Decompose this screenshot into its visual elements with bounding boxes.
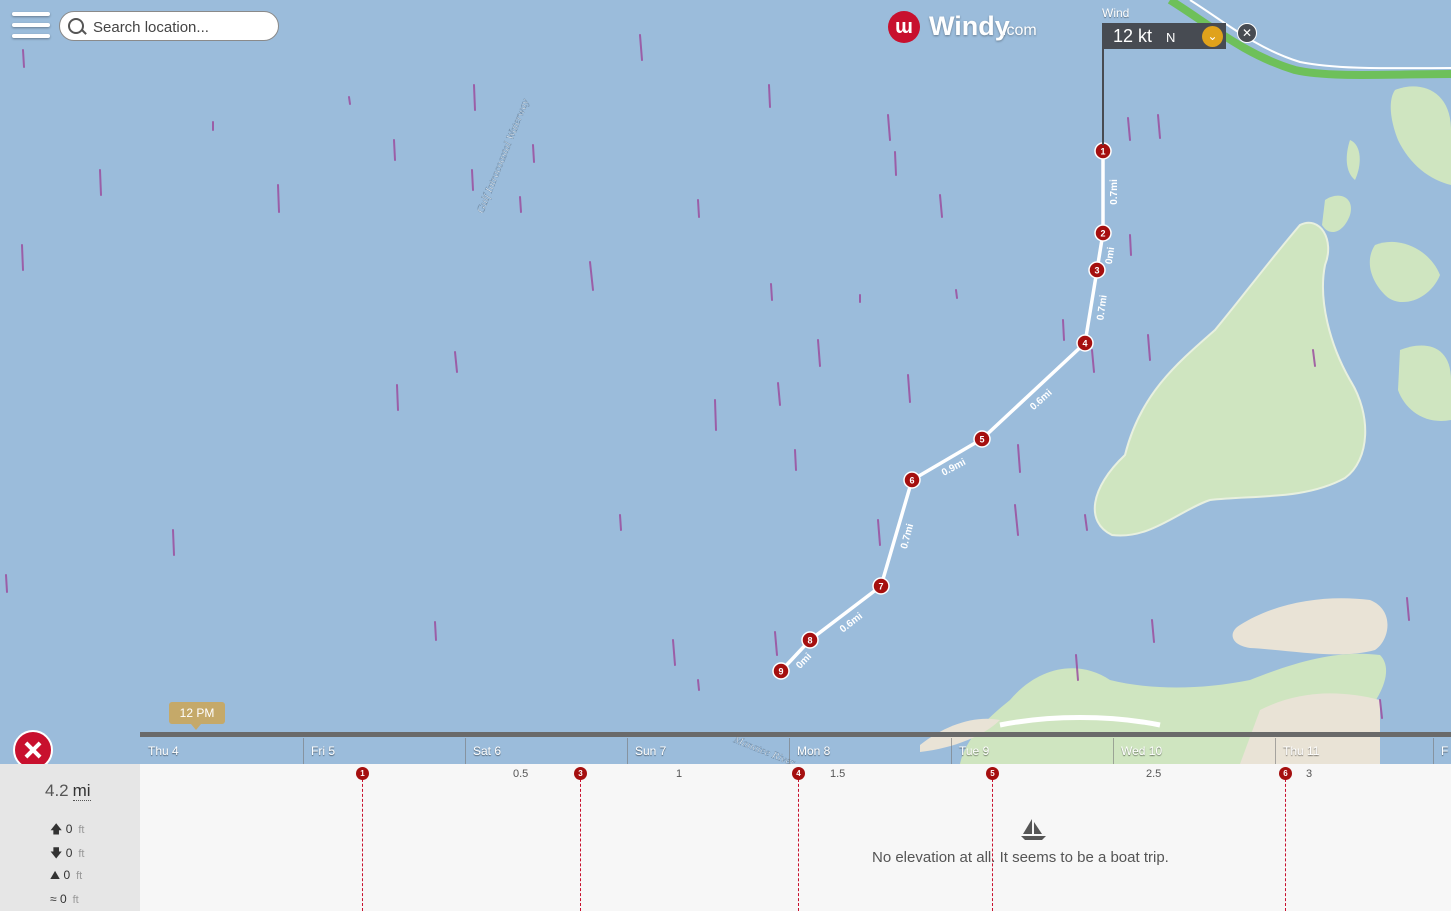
island-land — [1093, 221, 1367, 537]
island-land — [1232, 598, 1388, 655]
wind-speed-value: 12 kt — [1113, 26, 1153, 46]
route-stats: 4.2 mi 🡅 0 ft 🡇 0 ft ⛰ 0 ft ≈ 0 ft — [0, 764, 140, 911]
timeline-day[interactable]: Sat 6 — [473, 744, 501, 758]
island-land — [1346, 140, 1360, 180]
timeline-day[interactable]: Tue 9 — [959, 744, 989, 758]
waves-icon: ≈ — [50, 892, 57, 906]
descent-icon: 🡇 — [50, 846, 63, 860]
timeline-day[interactable]: Wed 10 — [1121, 744, 1162, 758]
brand-domain: .com — [1002, 22, 1037, 39]
wind-popup[interactable]: 12 kt N ⌄ — [1102, 23, 1226, 49]
segment-distance-label: 0.7mi — [899, 522, 916, 550]
search-box[interactable] — [59, 11, 279, 41]
svg-text:4: 4 — [1082, 339, 1087, 349]
svg-text:6: 6 — [909, 476, 914, 486]
timeline-day-separator — [465, 738, 466, 764]
waypoint-divider — [580, 774, 581, 911]
map-canvas: 0.7mi0mi0.7mi0.6mi0.9mi0.7mi0.6mi0mi 123… — [5, 0, 1451, 764]
island-land — [1369, 241, 1440, 303]
search-icon — [68, 18, 84, 34]
timeline-day[interactable]: F — [1441, 744, 1448, 758]
segment-distance-label: 0.7mi — [1109, 179, 1120, 205]
distance-tick: 1 — [676, 768, 683, 780]
timeline-day[interactable]: Thu 4 — [148, 744, 179, 758]
svg-text:8: 8 — [807, 636, 812, 646]
stat-row: ⛰ 0 ft — [50, 868, 83, 882]
windy-logo-icon: ɯ — [888, 11, 920, 43]
timeline-day-separator — [303, 738, 304, 764]
route-waypoint[interactable]: 3 — [1088, 261, 1106, 279]
elevation-chart[interactable]: 1 3 4 5 6 0.5 1 1.5 2.5 3 No elevation at all. I… — [140, 764, 1451, 911]
segment-distance-label: 0mi — [1104, 246, 1117, 265]
route-waypoint[interactable]: 2 — [1094, 224, 1112, 242]
route-waypoint[interactable]: 8 — [801, 631, 819, 649]
current-time-marker[interactable]: 12 PM — [169, 702, 225, 730]
route-waypoint[interactable]: 4 — [1076, 334, 1094, 352]
search-input[interactable] — [91, 15, 275, 39]
stat-row: 🡇 0 ft — [50, 846, 85, 860]
svg-text:7: 7 — [878, 582, 883, 592]
route-panel: 4.2 mi 🡅 0 ft 🡇 0 ft ⛰ 0 ft ≈ 0 ft 13456 0.5 1… — [0, 764, 1451, 911]
wind-direction: N — [1166, 30, 1176, 45]
timeline[interactable]: Thu 4 Fri 5 Sat 6 Sun 7 Mon 8 Tue 9 Wed 10 Thu … — [140, 732, 1451, 764]
route-waypoint[interactable]: 9 — [772, 662, 790, 680]
island-land — [1322, 195, 1351, 233]
svg-text:5: 5 — [979, 435, 984, 445]
waypoint-marker[interactable]: 6 — [1279, 767, 1292, 780]
distance-tick: 0.5 — [513, 768, 529, 780]
distance-value: 4.2 — [45, 781, 69, 800]
svg-text:3: 3 — [1094, 266, 1099, 276]
segment-distance-label: 0.7mi — [1095, 294, 1109, 321]
timeline-day-separator — [1275, 738, 1276, 764]
timeline-day-separator — [1113, 738, 1114, 764]
waypoint-divider — [992, 774, 993, 911]
wind-popup-label: Wind — [1102, 6, 1130, 20]
max-elevation-icon: ⛰ — [50, 868, 61, 882]
route-waypoint[interactable]: 6 — [903, 471, 921, 489]
distance-tick: 2.5 — [1146, 768, 1162, 780]
route-waypoint[interactable]: 1 — [1094, 142, 1112, 160]
ascent-icon: 🡅 — [50, 822, 63, 836]
map-label-waterway: Gulf Intracoastal Waterway — [475, 97, 532, 215]
timeline-day[interactable]: Sun 7 — [635, 744, 666, 758]
waypoint-divider — [362, 774, 363, 911]
map-view[interactable]: 0.7mi 0mi 0.7mi 0.6mi 0.9mi 0.7mi 0.6mi 0mi 123… — [0, 0, 1451, 764]
distance-unit[interactable]: mi — [72, 781, 91, 801]
menu-button[interactable] — [12, 12, 50, 42]
svg-text:1: 1 — [1100, 147, 1105, 157]
svg-text:9: 9 — [778, 667, 783, 677]
timeline-day-separator — [951, 738, 952, 764]
no-elevation-message: No elevation at all. It seems to be a bo… — [872, 849, 1169, 866]
timeline-day-separator — [789, 738, 790, 764]
waypoint-marker[interactable]: 1 — [356, 767, 369, 780]
stat-row: ≈ 0 ft — [50, 892, 79, 906]
wind-popup-pointer — [1102, 49, 1104, 145]
island-land — [1390, 86, 1451, 185]
svg-text:2: 2 — [1100, 229, 1105, 239]
distance-tick: 1.5 — [830, 768, 846, 780]
timeline-bar[interactable] — [140, 732, 1451, 737]
timeline-day[interactable]: Fri 5 — [311, 744, 335, 758]
timeline-day-separator — [1433, 738, 1434, 764]
waypoint-marker[interactable]: 5 — [986, 767, 999, 780]
close-icon[interactable]: ✕ — [1237, 23, 1257, 43]
road — [1189, 0, 1451, 70]
waypoint-divider — [798, 774, 799, 911]
timeline-day-separator — [627, 738, 628, 764]
route-waypoint[interactable]: 7 — [872, 577, 890, 595]
route-line — [779, 151, 1105, 673]
waypoint-marker[interactable]: 3 — [574, 767, 587, 780]
distance-tick: 3 — [1306, 768, 1313, 780]
waypoint-marker[interactable]: 4 — [792, 767, 805, 780]
timeline-day[interactable]: Mon 8 — [797, 744, 830, 758]
route-distance: 4.2 mi — [45, 781, 91, 801]
island-land — [1398, 345, 1451, 421]
route-waypoint[interactable]: 5 — [973, 430, 991, 448]
stat-row: 🡅 0 ft — [50, 822, 85, 836]
timeline-day[interactable]: Thu 11 — [1283, 744, 1319, 758]
chevron-down-icon[interactable]: ⌄ — [1202, 26, 1223, 47]
brand-word: Windy — [929, 11, 1010, 41]
sailboat-icon — [1021, 819, 1046, 840]
waypoint-divider — [1285, 774, 1286, 911]
